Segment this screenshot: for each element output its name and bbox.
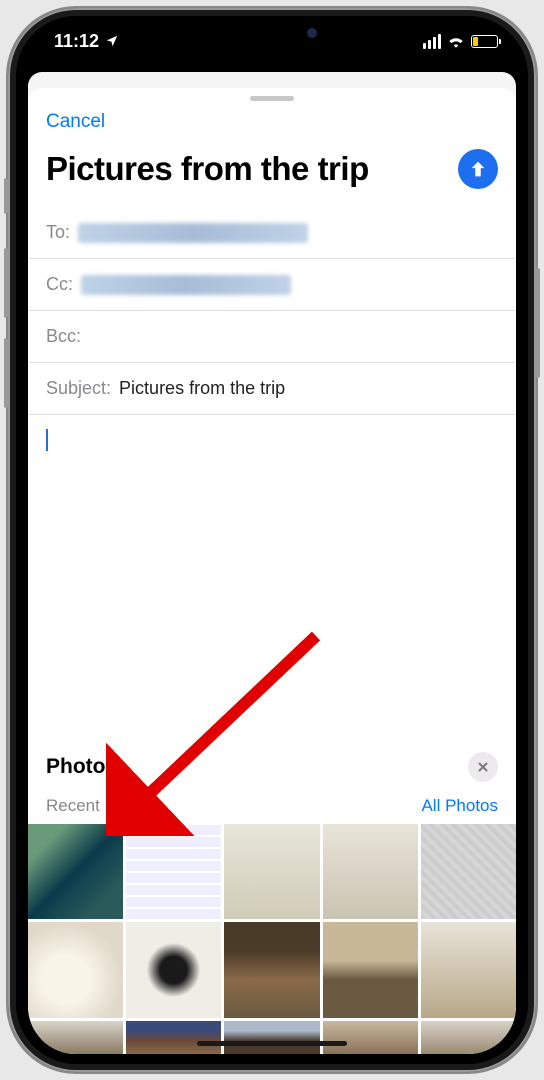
battery-icon: [471, 35, 498, 48]
photo-thumb[interactable]: [323, 922, 418, 1017]
status-time: 11:12: [54, 31, 99, 52]
send-button[interactable]: [458, 149, 498, 189]
recent-photos-label: Recent Photos: [46, 796, 158, 816]
photos-panel: Photos Recent Photos All Photos: [28, 742, 516, 1054]
cc-field[interactable]: Cc:: [28, 259, 516, 311]
photos-title: Photos: [46, 755, 117, 779]
to-label: To:: [46, 222, 70, 243]
silent-switch: [4, 178, 8, 214]
photo-thumb[interactable]: [28, 1021, 123, 1054]
bcc-field[interactable]: Bcc:: [28, 311, 516, 363]
notch: [167, 16, 377, 48]
compose-sheet: Cancel Pictures from the trip To: Cc: Bc…: [28, 88, 516, 1054]
bcc-label: Bcc:: [46, 326, 81, 347]
home-indicator[interactable]: [197, 1041, 347, 1046]
cc-label: Cc:: [46, 274, 73, 295]
subject-label: Subject:: [46, 378, 111, 399]
photo-grid: [28, 824, 516, 1054]
photo-thumb[interactable]: [323, 1021, 418, 1054]
text-cursor: [46, 429, 48, 451]
phone-frame: 11:12 Cancel Pictures from the trip: [8, 8, 536, 1072]
photo-thumb[interactable]: [224, 922, 319, 1017]
photo-thumb[interactable]: [421, 922, 516, 1017]
photo-thumb[interactable]: [421, 1021, 516, 1054]
photo-thumb[interactable]: [126, 824, 221, 919]
close-photos-button[interactable]: [468, 752, 498, 782]
power-button: [536, 268, 540, 378]
wifi-icon: [447, 34, 465, 48]
photo-thumb[interactable]: [224, 824, 319, 919]
photo-thumb[interactable]: [323, 824, 418, 919]
photo-thumb[interactable]: [28, 824, 123, 919]
to-field[interactable]: To:: [28, 207, 516, 259]
photo-thumb[interactable]: [126, 922, 221, 1017]
photo-thumb[interactable]: [28, 922, 123, 1017]
arrow-up-icon: [467, 158, 489, 180]
photo-thumb[interactable]: [421, 824, 516, 919]
volume-up-button: [4, 248, 8, 318]
compose-title: Pictures from the trip: [46, 150, 369, 188]
close-icon: [477, 761, 489, 773]
subject-value: Pictures from the trip: [119, 378, 498, 399]
photo-thumb[interactable]: [126, 1021, 221, 1054]
cc-value-redacted: [81, 275, 291, 295]
to-value-redacted: [78, 223, 308, 243]
cancel-button[interactable]: Cancel: [46, 111, 105, 133]
location-icon: [105, 34, 119, 48]
photo-thumb[interactable]: [224, 1021, 319, 1054]
signal-icon: [423, 34, 441, 49]
all-photos-button[interactable]: All Photos: [421, 796, 498, 816]
volume-down-button: [4, 338, 8, 408]
subject-field[interactable]: Subject: Pictures from the trip: [28, 363, 516, 415]
message-body[interactable]: [28, 415, 516, 742]
